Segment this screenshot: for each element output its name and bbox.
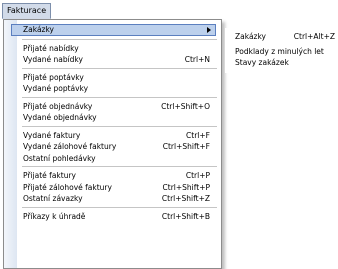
menu-item-label: Vydané poptávky (23, 84, 89, 93)
menu-separator (22, 67, 217, 69)
menu-separator (22, 38, 217, 40)
menu-separator (22, 125, 217, 127)
menu-item-label: Ostatní pohledávky (23, 153, 96, 163)
menu-item[interactable]: Ostatní závazky Ctrl+Shift+Z (18, 193, 218, 204)
submenu-item-label: Podklady z minulých let (235, 47, 324, 56)
menu-item[interactable]: Vydané poptávky (18, 83, 218, 94)
menu-separator (22, 166, 217, 167)
menu-icon-gutter (4, 20, 17, 268)
menu-item-label: Přijaté nabídky (23, 43, 79, 53)
menu-separator (22, 96, 217, 98)
menu-item[interactable]: Vydané zálohové faktury Ctrl+Shift+F (18, 141, 218, 152)
submenu-item-label: Zakázky (235, 32, 266, 41)
menu-item-shortcut: Ctrl+P (185, 171, 210, 180)
menu-item-label: Vydané zálohové faktury (23, 142, 117, 151)
menu-item-label: Přijaté objednávky (23, 101, 93, 111)
menu-item-label: Vydané nabídky (23, 55, 83, 64)
menu-item-shortcut: Ctrl+Shift+B (161, 211, 210, 221)
menu-item-shortcut: Ctrl+Shift+F (162, 142, 210, 151)
menu-item[interactable]: Zakázky (11, 24, 216, 36)
menu-item[interactable]: Příkazy k úhradě Ctrl+Shift+B (18, 211, 218, 222)
menu-bar: Fakturace (0, 0, 338, 21)
submenu-item[interactable]: Zakázky Ctrl+Alt+Z (233, 31, 337, 42)
submenu-item-label: Stavy zakázek (235, 58, 289, 67)
menu-item[interactable]: Vydané faktury Ctrl+F (18, 130, 218, 141)
menu-item[interactable]: Vydané nabídky Ctrl+N (18, 54, 218, 65)
chevron-right-icon (207, 27, 211, 33)
menu-item[interactable]: Přijaté zálohové faktury Ctrl+Shift+P (18, 182, 218, 193)
menu-separator (22, 206, 217, 208)
menu-item-shortcut: Ctrl+Shift+P (162, 182, 210, 192)
submenu-item[interactable]: Stavy zakázek (233, 57, 337, 68)
menu-item[interactable]: Přijaté objednávky Ctrl+Shift+O (18, 101, 218, 112)
menu-item-label: Přijaté zálohové faktury (23, 182, 112, 192)
menu-item-label: Příkazy k úhradě (23, 211, 86, 221)
submenu-item-shortcut: Ctrl+Alt+Z (293, 32, 335, 41)
menu-item[interactable]: Přijaté faktury Ctrl+P (18, 170, 218, 181)
menu-item-shortcut: Ctrl+Shift+O (161, 101, 210, 111)
menu-item-label: Zakázky (23, 25, 54, 34)
menu-item-shortcut: Ctrl+F (186, 130, 210, 140)
menu-item-label: Ostatní závazky (23, 194, 83, 203)
menu-item[interactable]: Přijaté nabídky (18, 43, 218, 54)
menu-item-label: Vydané faktury (23, 130, 81, 140)
menu-item-shortcut: Ctrl+N (184, 55, 210, 64)
menu-item[interactable]: Přijaté poptávky (18, 72, 218, 83)
zakazky-submenu: Zakázky Ctrl+Alt+Z Podklady z minulých let… (225, 28, 337, 73)
menu-fakturace[interactable]: Fakturace (2, 3, 52, 19)
fakturace-dropdown: Zakázky Přijaté nabídky Vydané nabídky Ctrl… (3, 19, 222, 269)
menu-item-shortcut: Ctrl+Shift+Z (161, 194, 210, 203)
menu-item[interactable]: Ostatní pohledávky (18, 153, 218, 164)
menu-item[interactable]: Vydané objednávky (18, 112, 218, 123)
menu-item-label: Přijaté poptávky (23, 72, 84, 82)
submenu-item[interactable]: Podklady z minulých let (233, 46, 337, 57)
menu-item-label: Přijaté faktury (23, 171, 76, 180)
menu-item-label: Vydané objednávky (23, 113, 97, 122)
